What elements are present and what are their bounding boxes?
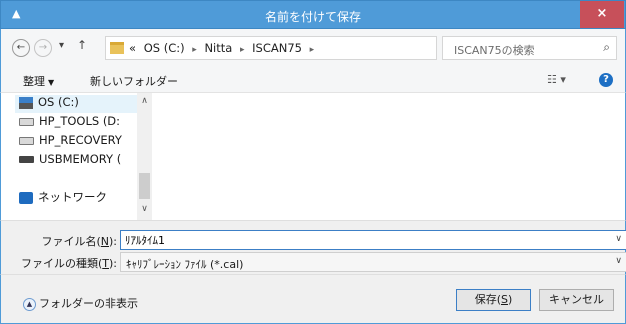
breadcrumb-overflow[interactable]: « xyxy=(129,41,136,55)
tree-item-os-drive[interactable]: OS (C:) xyxy=(15,95,137,113)
tree-item-hp-recovery[interactable]: HP_RECOVERY xyxy=(19,133,122,151)
save-form: ファイル名(N): ∨ ファイルの種類(T): ｷｬﾘﾌﾞﾚｰｼｮﾝ ﾌｧｲﾙ … xyxy=(0,220,626,274)
filetype-label: ファイルの種類(T): xyxy=(20,257,117,270)
breadcrumb: « OS (C:) ▸ Nitta ▸ ISCAN75 ▸ xyxy=(129,41,318,55)
filename-input[interactable] xyxy=(121,231,601,249)
folder-icon xyxy=(110,42,124,54)
address-bar[interactable]: « OS (C:) ▸ Nitta ▸ ISCAN75 ▸ ∨ ↻ xyxy=(105,36,530,60)
filetype-dropdown-icon[interactable]: ∨ xyxy=(615,256,622,266)
up-arrow-button[interactable]: ↑ xyxy=(77,38,87,52)
filetype-select[interactable]: ｷｬﾘﾌﾞﾚｰｼｮﾝ ﾌｧｲﾙ (*.cal) ∨ xyxy=(120,252,626,272)
help-icon[interactable]: ? xyxy=(599,73,613,87)
dialog-footer: ▲ フォルダーの非表示 保存(S) キャンセル xyxy=(0,274,626,324)
breadcrumb-item-os[interactable]: OS (C:) xyxy=(144,41,185,55)
tree-item-label: HP_RECOVERY xyxy=(39,133,122,147)
network-icon xyxy=(19,191,33,204)
breadcrumb-separator-icon[interactable]: ▸ xyxy=(240,45,245,55)
recent-locations-caret-icon[interactable]: ▾ xyxy=(59,40,64,51)
organize-caret-icon: ▼ xyxy=(48,78,55,87)
title-bar: ▲ 名前を付けて保存 × xyxy=(0,0,626,29)
os-drive-icon xyxy=(19,96,33,109)
file-list[interactable] xyxy=(152,93,625,220)
window-title: 名前を付けて保存 xyxy=(264,10,361,24)
forward-button[interactable]: → xyxy=(34,39,52,57)
drive-icon xyxy=(19,136,34,145)
scroll-up-icon[interactable]: ∧ xyxy=(137,96,152,106)
filetype-value: ｷｬﾘﾌﾞﾚｰｼｮﾝ ﾌｧｲﾙ (*.cal) xyxy=(126,258,244,271)
view-options-icon[interactable]: ☷ ▾ xyxy=(547,73,566,86)
cancel-button[interactable]: キャンセル xyxy=(539,289,614,311)
tree-item-network[interactable]: ネットワーク xyxy=(19,189,107,207)
scroll-thumb[interactable] xyxy=(139,173,150,199)
tree-item-label: HP_TOOLS (D: xyxy=(39,114,121,128)
tree-item-usbmemory[interactable]: USBMEMORY ( xyxy=(19,152,121,170)
organize-button[interactable]: 整理 ▼ xyxy=(23,73,54,89)
close-button[interactable]: × xyxy=(580,1,624,28)
search-icon[interactable]: ⌕ xyxy=(603,40,610,55)
breadcrumb-separator-icon[interactable]: ▸ xyxy=(310,45,315,55)
collapse-icon: ▲ xyxy=(23,297,36,311)
filename-label: ファイル名(N): xyxy=(41,235,117,248)
hide-folders-label: フォルダーの非表示 xyxy=(39,297,138,310)
tree-item-label: USBMEMORY ( xyxy=(39,152,122,166)
breadcrumb-separator-icon[interactable]: ▸ xyxy=(192,45,197,55)
tree-item-label: OS (C:) xyxy=(38,95,79,109)
save-button[interactable]: 保存(S) xyxy=(456,289,531,311)
organize-label: 整理 xyxy=(23,75,45,88)
tree-scrollbar[interactable]: ∧ ∨ xyxy=(137,93,152,220)
search-input[interactable]: ISCAN75の検索 ⌕ xyxy=(442,36,617,60)
search-placeholder: ISCAN75の検索 xyxy=(454,44,535,57)
scroll-down-icon[interactable]: ∨ xyxy=(137,204,152,214)
navigation-tree: OS (C:) HP_TOOLS (D: HP_RECOVERY USBMEMO… xyxy=(1,93,137,220)
toolbar: 整理 ▼ 新しいフォルダー ☷ ▾ ? xyxy=(0,67,626,93)
breadcrumb-item-nitta[interactable]: Nitta xyxy=(204,41,232,55)
filename-dropdown-icon[interactable]: ∨ xyxy=(615,234,622,244)
browser-pane: OS (C:) HP_TOOLS (D: HP_RECOVERY USBMEMO… xyxy=(0,93,626,220)
breadcrumb-item-iscan75[interactable]: ISCAN75 xyxy=(252,41,302,55)
address-row: ← → ▾ ↑ « OS (C:) ▸ Nitta ▸ ISCAN75 ▸ ∨ … xyxy=(0,29,626,67)
new-folder-button[interactable]: 新しいフォルダー xyxy=(90,73,178,89)
drive-icon xyxy=(19,117,34,126)
tree-item-hp-tools[interactable]: HP_TOOLS (D: xyxy=(19,114,120,132)
back-button[interactable]: ← xyxy=(12,39,30,57)
usb-drive-icon xyxy=(19,156,34,163)
hide-folders-button[interactable]: ▲ フォルダーの非表示 xyxy=(23,295,138,311)
filename-field[interactable]: ∨ xyxy=(120,230,626,250)
tree-item-label: ネットワーク xyxy=(38,190,107,204)
